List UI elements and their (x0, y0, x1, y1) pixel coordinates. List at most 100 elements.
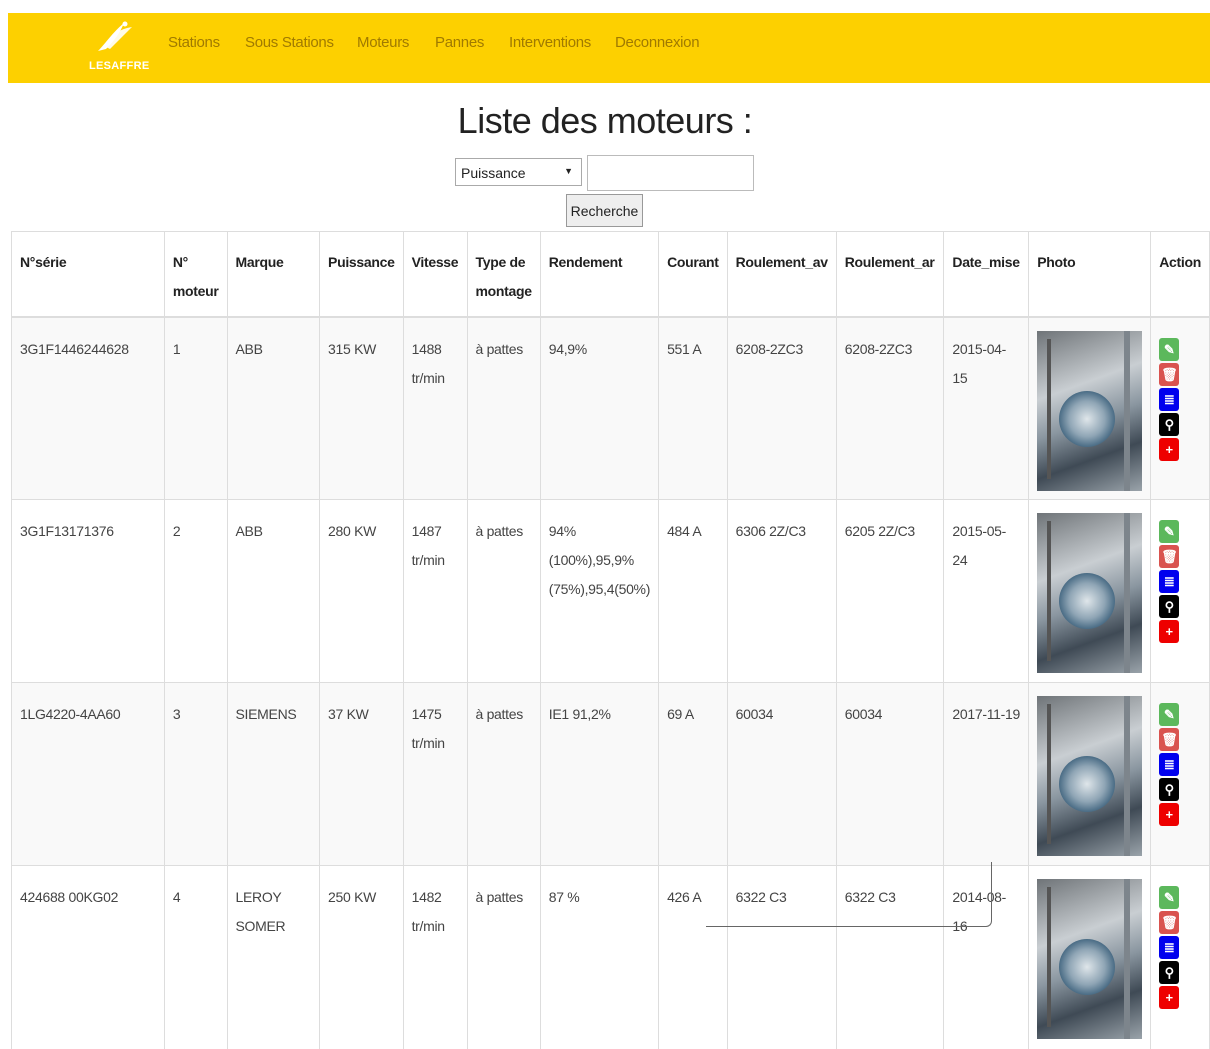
col-header[interactable]: Action (1150, 231, 1210, 318)
cell-date: 2015-04-15 (943, 316, 1030, 500)
cell-actions: ✎ 🗑 ≣ ⚲ + (1150, 865, 1210, 1049)
brand-name: LESAFFRE (89, 60, 150, 72)
cell-rendement: IE1 91,2% (539, 682, 660, 866)
cell-photo (1028, 316, 1152, 500)
col-header[interactable]: N° moteur (163, 231, 228, 318)
cell-photo (1028, 499, 1152, 683)
cell-roul_ar: 6205 2Z/C3 (835, 499, 945, 683)
action-buttons: ✎ 🗑 ≣ ⚲ + (1159, 517, 1201, 643)
edit-button[interactable]: ✎ (1159, 886, 1180, 909)
interventions-button[interactable]: ≣ (1159, 936, 1180, 959)
edit-button[interactable]: ✎ (1159, 703, 1180, 726)
col-header[interactable]: Marque (226, 231, 321, 318)
cell-rendement: 94% (100%),95,9% (75%),95,4(50%) (539, 499, 660, 683)
view-button[interactable]: ⚲ (1159, 778, 1180, 801)
table-row: 424688 00KG02 4 LEROY SOMER 250 KW 1482 tr/m… (11, 865, 1210, 1049)
cell-serie: 3G1F13171376 (11, 499, 165, 683)
col-header[interactable]: Puissance (319, 231, 404, 318)
delete-button[interactable]: 🗑 (1159, 362, 1180, 386)
col-header[interactable]: Rendement (539, 231, 660, 318)
table-row: 3G1F13171376 2 ABB 280 KW 1487 tr/min à patte… (11, 499, 1210, 683)
col-header[interactable]: Type de montage (466, 231, 541, 318)
add-button[interactable]: + (1159, 620, 1180, 643)
cell-marque: ABB (226, 316, 321, 500)
motor-photo[interactable] (1037, 879, 1143, 1039)
page-title: Liste des moteurs : (457, 100, 753, 141)
delete-button[interactable]: 🗑 (1159, 728, 1180, 751)
cell-actions: ✎ 🗑 ≣ ⚲ + (1150, 499, 1210, 683)
action-buttons: ✎ 🗑 ≣ ⚲ + (1159, 883, 1201, 1009)
motor-photo[interactable] (1037, 330, 1143, 491)
interventions-button[interactable]: ≣ (1159, 387, 1180, 411)
photo-detail (1124, 696, 1131, 856)
cell-num: 1 (163, 316, 228, 500)
col-header[interactable]: Courant (658, 231, 728, 318)
add-button[interactable]: + (1159, 437, 1180, 461)
cell-rendement: 87 % (539, 865, 660, 1049)
edit-button[interactable]: ✎ (1159, 520, 1180, 543)
cell-vitesse: 1487 tr/min (402, 499, 468, 683)
nav-deconnexion[interactable]: Deconnexion (615, 34, 700, 51)
view-button[interactable]: ⚲ (1159, 412, 1180, 436)
photo-detail (1059, 573, 1116, 629)
cell-montage: à pattes (466, 865, 541, 1049)
cell-date: 2017-11-19 (943, 682, 1030, 866)
nav-sous-stations[interactable]: Sous Stations (245, 34, 334, 51)
cell-serie: 424688 00KG02 (11, 865, 165, 1049)
motor-photo[interactable] (1037, 696, 1143, 856)
add-button[interactable]: + (1159, 803, 1180, 826)
interventions-button[interactable]: ≣ (1159, 570, 1180, 593)
col-header[interactable]: Roulement_ar (835, 231, 945, 318)
nav-moteurs[interactable]: Moteurs (357, 34, 409, 51)
search-button[interactable]: Recherche (566, 194, 643, 227)
cell-puissance: 37 KW (319, 682, 404, 866)
view-button[interactable]: ⚲ (1159, 961, 1180, 984)
plus-icon: + (1165, 624, 1174, 639)
nav-interventions[interactable]: Interventions (509, 34, 591, 51)
plus-icon: + (1165, 441, 1174, 457)
cell-vitesse: 1488 tr/min (402, 316, 468, 500)
col-header[interactable]: Photo (1028, 231, 1152, 318)
search-field-select[interactable]: Puissance ▼ (455, 158, 582, 186)
col-header[interactable]: N°série (11, 231, 165, 318)
cell-num: 3 (163, 682, 228, 866)
photo-detail (1059, 939, 1116, 995)
cell-courant: 484 A (658, 499, 728, 683)
cell-marque: LEROY SOMER (226, 865, 321, 1049)
edit-button[interactable]: ✎ (1159, 337, 1180, 361)
photo-detail (1124, 330, 1131, 491)
cell-vitesse: 1482 tr/min (402, 865, 468, 1049)
cell-courant: 426 A (658, 865, 728, 1049)
motor-photo[interactable] (1037, 513, 1143, 673)
action-buttons: ✎ 🗑 ≣ ⚲ + (1159, 700, 1201, 826)
table-header-row: N°série N° moteur Marque Puissance Vites… (11, 231, 1210, 318)
cell-roul_av: 6306 2Z/C3 (726, 499, 837, 683)
interventions-button[interactable]: ≣ (1159, 753, 1180, 776)
photo-detail (1047, 704, 1052, 844)
cell-roul_ar: 60034 (835, 682, 945, 866)
col-header[interactable]: Date_mise (943, 231, 1030, 318)
add-button[interactable]: + (1159, 986, 1180, 1009)
delete-button[interactable]: 🗑 (1159, 911, 1180, 934)
brand-logo[interactable]: LESAFFRE (76, 13, 168, 83)
cell-photo (1028, 682, 1152, 866)
bird-logo-icon (98, 21, 132, 51)
delete-button[interactable]: 🗑 (1159, 545, 1180, 568)
view-button[interactable]: ⚲ (1159, 595, 1180, 618)
table-row: 1LG4220-4AA60 3 SIEMENS 37 KW 1475 tr/min à p… (11, 682, 1210, 866)
nav-stations[interactable]: Stations (168, 34, 220, 51)
cell-serie: 3G1F1446244628 (11, 316, 165, 500)
cell-photo (1028, 865, 1152, 1049)
table-row: 3G1F1446244628 1 ABB 315 KW 1488 tr/min à pat… (11, 316, 1210, 500)
cell-roul_ar: 6322 C3 (835, 865, 945, 1049)
cell-roul_av: 6208-2ZC3 (726, 316, 837, 500)
col-header[interactable]: Vitesse (402, 231, 468, 318)
cell-marque: SIEMENS (226, 682, 321, 866)
cell-serie: 1LG4220-4AA60 (11, 682, 165, 866)
nav-pannes[interactable]: Pannes (435, 34, 484, 51)
col-header[interactable]: Roulement_av (726, 231, 837, 318)
cell-actions: ✎ 🗑 ≣ ⚲ + (1150, 682, 1210, 866)
search-input[interactable] (587, 155, 754, 191)
photo-detail (1047, 338, 1052, 479)
motors-table: N°série N° moteur Marque Puissance Vites… (11, 231, 1210, 1049)
